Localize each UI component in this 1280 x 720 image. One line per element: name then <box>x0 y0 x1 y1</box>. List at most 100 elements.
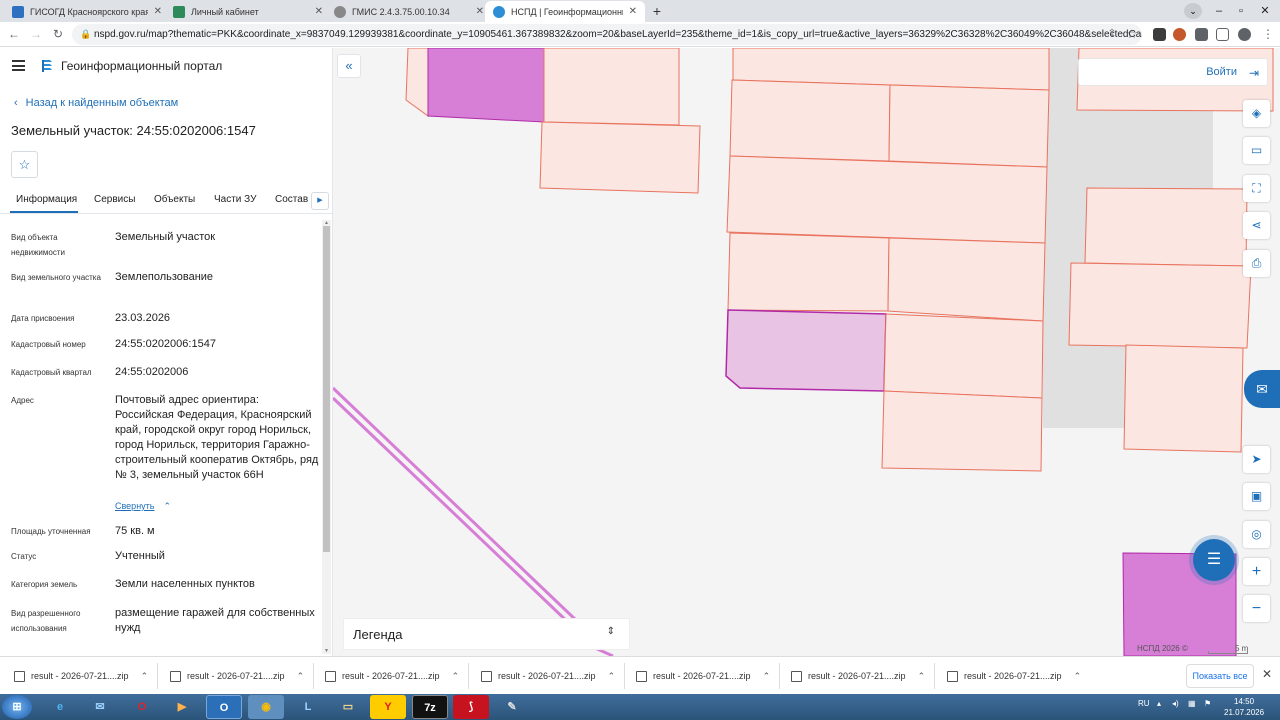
internet-explorer-icon[interactable]: e <box>42 695 78 719</box>
parcel[interactable] <box>883 313 1044 399</box>
chrome-icon[interactable]: ◉ <box>248 695 284 719</box>
parcel[interactable] <box>726 155 1048 244</box>
network-icon[interactable]: ▦ <box>1188 699 1196 708</box>
parcel[interactable] <box>543 48 680 126</box>
address-bar[interactable]: 🔒 nspd.gov.ru/map?thematic=PKK&coordinat… <box>72 24 1142 45</box>
download-item[interactable]: result - 2026-07-21....zip ⌃ <box>947 667 1081 685</box>
parcel[interactable] <box>881 390 1043 472</box>
area-select-icon[interactable]: ⛶ <box>1243 175 1270 202</box>
outlook-icon[interactable]: O <box>206 695 242 719</box>
map-canvas[interactable] <box>333 48 1280 656</box>
system-clock[interactable]: 14:50 21.07.2026 <box>1224 696 1264 718</box>
locate-icon[interactable]: ◎ <box>1243 521 1270 548</box>
tabs-scroll-right-button[interactable]: ▶ <box>311 192 329 210</box>
minimap-icon[interactable]: ▣ <box>1243 483 1270 510</box>
parcel-highlighted[interactable] <box>427 48 545 123</box>
tab-objects[interactable]: Объекты <box>154 194 195 205</box>
reload-icon[interactable]: ↻ <box>50 26 66 42</box>
volume-icon[interactable]: ◂) <box>1172 699 1179 708</box>
navigate-icon[interactable]: ➤ <box>1243 446 1270 473</box>
yandex-browser-icon[interactable]: Y <box>370 695 406 719</box>
extension-icon[interactable] <box>1173 28 1186 41</box>
tray-expand-icon[interactable]: ▴ <box>1157 699 1161 708</box>
profile-icon[interactable] <box>1238 28 1251 41</box>
parcel[interactable] <box>1123 344 1244 453</box>
chevron-up-icon[interactable]: ⌃ <box>452 671 460 682</box>
download-item[interactable]: result - 2026-07-21....zip ⌃ <box>325 667 459 685</box>
extension-icon[interactable] <box>1153 28 1166 41</box>
paint-icon[interactable]: ✎ <box>494 695 530 719</box>
show-all-downloads-button[interactable]: Показать все <box>1186 664 1254 688</box>
parcel[interactable] <box>1068 262 1252 349</box>
media-player-icon[interactable]: ▶ <box>164 695 200 719</box>
parcel[interactable] <box>888 84 1050 168</box>
print-icon[interactable]: ⎙ <box>1243 250 1270 277</box>
chat-button[interactable]: ☰ <box>1193 539 1235 581</box>
close-tab-icon[interactable]: ✕ <box>476 6 484 17</box>
zoom-in-icon[interactable]: + <box>1243 558 1270 585</box>
chevron-up-icon[interactable]: ⌃ <box>763 671 771 682</box>
forward-icon[interactable]: → <box>28 26 44 42</box>
chevron-up-icon[interactable]: ⌃ <box>141 671 149 682</box>
parcel[interactable] <box>405 48 429 117</box>
start-button-icon[interactable]: ⊞ <box>2 695 32 719</box>
feedback-badge-icon[interactable]: ✉ <box>1244 370 1280 408</box>
menu-kebab-icon[interactable]: ⋮ <box>1260 26 1276 42</box>
7zip-icon[interactable]: 7z <box>412 695 448 719</box>
parcel[interactable] <box>887 237 1046 322</box>
legend-panel[interactable]: Легенда ⇕ <box>343 618 630 650</box>
thunderbird-icon[interactable]: ✉ <box>82 695 118 719</box>
hamburger-menu-icon[interactable] <box>12 60 25 71</box>
layers-icon[interactable]: ◈ <box>1243 100 1270 127</box>
close-tab-icon[interactable]: ✕ <box>629 6 637 17</box>
tab-parts[interactable]: Части ЗУ <box>214 194 256 205</box>
download-item[interactable]: result - 2026-07-21....zip ⌃ <box>170 667 304 685</box>
chevron-up-icon[interactable]: ⌃ <box>608 671 616 682</box>
parcel[interactable] <box>539 121 701 194</box>
zoom-out-icon[interactable]: − <box>1243 595 1270 622</box>
language-indicator[interactable]: RU <box>1138 699 1150 708</box>
download-item[interactable]: result - 2026-07-21....zip ⌃ <box>791 667 925 685</box>
scroll-down-icon[interactable]: ▼ <box>322 648 331 654</box>
back-icon[interactable]: ← <box>6 26 22 42</box>
chevron-up-icon[interactable]: ⌃ <box>918 671 926 682</box>
portal-title[interactable]: Геоинформационный портал <box>61 59 222 73</box>
parcel[interactable] <box>729 79 891 162</box>
download-item[interactable]: result - 2026-07-21....zip ⌃ <box>14 667 148 685</box>
share-icon[interactable]: ⇪ <box>1104 26 1120 42</box>
parcel[interactable] <box>1084 187 1248 267</box>
tab-information[interactable]: Информация <box>16 194 77 205</box>
tab-composition[interactable]: Состав <box>275 194 308 205</box>
chevron-up-icon[interactable]: ⌃ <box>297 671 305 682</box>
tab-search-icon[interactable]: ⌄ <box>1184 3 1202 19</box>
browser-tab-gisogd[interactable]: ГИСОГД Красноярского края ✕ <box>4 1 170 22</box>
selected-parcel[interactable] <box>725 309 887 392</box>
panel-scrollbar[interactable]: ▲ ▼ <box>322 220 331 654</box>
puzzle-icon[interactable] <box>1195 28 1208 41</box>
favorite-button[interactable]: ☆ <box>11 151 38 178</box>
tab-services[interactable]: Сервисы <box>94 194 135 205</box>
close-window-icon[interactable]: ✕ <box>1250 0 1280 22</box>
scroll-thumb[interactable] <box>323 226 330 552</box>
close-downloads-icon[interactable]: ✕ <box>1262 667 1272 681</box>
parcel[interactable] <box>727 232 890 312</box>
sidepanel-icon[interactable] <box>1216 28 1229 41</box>
bookmark-star-icon[interactable]: ☆ <box>1124 26 1140 42</box>
browser-tab-cabinet[interactable]: Личный кабинет ✕ <box>165 1 331 22</box>
lync-icon[interactable]: L <box>290 695 326 719</box>
share-icon[interactable]: ⋖ <box>1243 212 1270 239</box>
ruler-icon[interactable]: ▭ <box>1243 137 1270 164</box>
collapse-link[interactable]: Свернуть <box>115 501 154 511</box>
new-tab-button[interactable]: + <box>648 2 666 20</box>
download-item[interactable]: result - 2026-07-21....zip ⌃ <box>481 667 615 685</box>
chevron-up-icon[interactable]: ⌃ <box>1074 671 1082 682</box>
browser-tab-nspd[interactable]: НСПД | Геоинформационный п ✕ <box>485 1 645 22</box>
opera-icon[interactable]: O <box>124 695 160 719</box>
flag-icon[interactable]: ⚑ <box>1204 699 1211 708</box>
collapse-panel-button[interactable]: « <box>337 54 361 78</box>
browser-tab-gmis[interactable]: ГМИС 2.4.3.75.00.10.34 ✕ <box>326 1 492 22</box>
download-item[interactable]: result - 2026-07-21....zip ⌃ <box>636 667 770 685</box>
login-button[interactable]: Войти ⇥ <box>1078 58 1268 86</box>
close-tab-icon[interactable]: ✕ <box>154 6 162 17</box>
file-explorer-icon[interactable]: ▭ <box>330 695 366 719</box>
